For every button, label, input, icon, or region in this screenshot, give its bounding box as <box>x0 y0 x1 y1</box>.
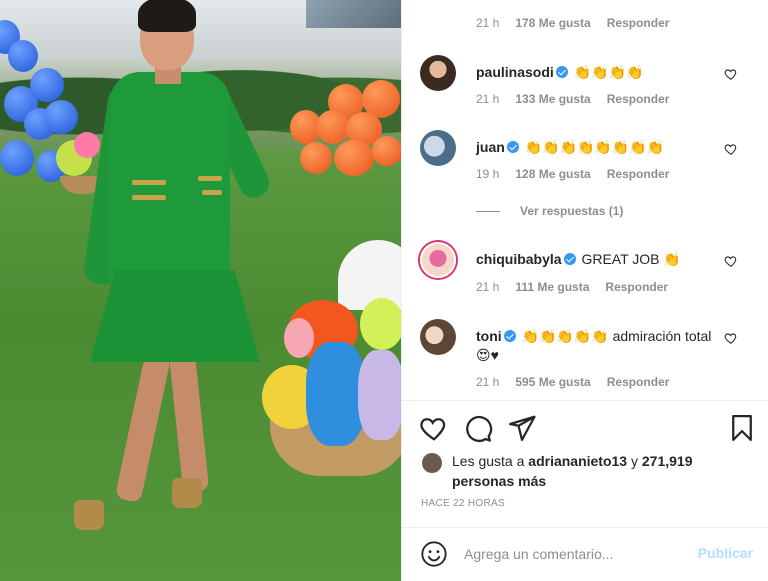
verified-badge-icon <box>506 141 519 153</box>
comment-input[interactable] <box>464 542 684 566</box>
likes-summary: Les gusta a adriananieto13 y 271,919 per… <box>422 451 742 491</box>
comment-time: 21 h <box>476 280 500 294</box>
post-timestamp[interactable]: HACE 22 HORAS <box>421 498 505 509</box>
comment-likes[interactable]: 133 Me gusta <box>515 92 590 106</box>
like-comment-heart-icon[interactable] <box>724 142 738 156</box>
belt-detail <box>198 176 222 181</box>
reply-button[interactable]: Responder <box>607 92 670 106</box>
comment-username[interactable]: toni <box>476 328 502 344</box>
share-send-icon[interactable] <box>507 413 537 443</box>
like-comment-heart-icon[interactable] <box>724 254 738 268</box>
comment-time: 21 h <box>476 92 500 106</box>
comment-likes[interactable]: 595 Me gusta <box>515 375 590 389</box>
like-comment-heart-icon[interactable] <box>724 67 738 81</box>
like-heart-icon[interactable] <box>419 413 449 443</box>
avatar[interactable] <box>420 55 456 91</box>
blue-balloon <box>0 140 34 176</box>
view-replies-label: Ver respuestas (1) <box>520 204 624 218</box>
liker-avatar[interactable] <box>422 453 442 473</box>
likes-joiner: y <box>631 453 638 469</box>
belt-detail <box>132 195 166 200</box>
heel-shoe <box>74 500 104 530</box>
verified-badge-icon <box>563 253 576 265</box>
comment-text: chiquibabyla GREAT JOB 👏 <box>476 250 716 269</box>
paper-flower <box>306 342 366 446</box>
verified-badge-icon <box>555 66 568 78</box>
comment-likes[interactable]: 178 Me gusta <box>515 16 590 30</box>
comment-text: toni 👏👏👏👏👏 admiración total 😍♥ <box>476 327 726 365</box>
comment-time: 19 h <box>476 167 500 181</box>
leg <box>168 351 210 493</box>
belt-detail <box>202 190 222 195</box>
belt-detail <box>132 180 166 185</box>
comment-text: juan 👏👏👏👏👏👏👏👏 <box>476 138 736 157</box>
reply-button[interactable]: Responder <box>605 280 668 294</box>
avatar[interactable] <box>420 319 456 355</box>
comment-meta: 21 h 178 Me gusta Responder <box>476 16 669 30</box>
leg <box>114 350 172 504</box>
replies-divider <box>476 210 500 212</box>
comment-meta: 21 h 595 Me gusta Responder <box>476 375 669 389</box>
reply-button[interactable]: Responder <box>607 375 670 389</box>
comment-list[interactable]: 21 h 178 Me gusta Responder paulinasodi … <box>402 0 768 400</box>
liker-username[interactable]: adriananieto13 <box>528 453 627 469</box>
reply-button[interactable]: Responder <box>607 167 670 181</box>
reply-button[interactable]: Responder <box>607 16 670 30</box>
avatar[interactable] <box>420 242 456 278</box>
verified-badge-icon <box>503 330 516 342</box>
comment-meta: 21 h 133 Me gusta Responder <box>476 92 669 106</box>
comment-username[interactable]: juan <box>476 139 505 155</box>
comment-text: paulinasodi 👏👏👏👏 <box>476 63 716 82</box>
orange-balloon <box>372 136 401 166</box>
avatar[interactable] <box>420 130 456 166</box>
comment-time: 21 h <box>476 375 500 389</box>
add-comment-bar: Publicar <box>402 527 768 581</box>
heel-shoe <box>172 478 202 508</box>
comment-username[interactable]: chiquibabyla <box>476 251 562 267</box>
likes-prefix: Les gusta a <box>452 453 525 469</box>
comment-username[interactable]: paulinasodi <box>476 64 554 80</box>
view-replies-button[interactable]: Ver respuestas (1) <box>476 204 623 218</box>
comment-body: 👏👏👏👏👏👏👏👏 <box>524 139 665 155</box>
comment-bubble-icon[interactable] <box>463 413 493 443</box>
hair <box>138 0 196 32</box>
comment-time: 21 h <box>476 16 500 30</box>
paper-flower <box>358 350 401 440</box>
like-comment-heart-icon[interactable] <box>724 331 738 345</box>
woman-figure <box>60 0 290 540</box>
orange-balloon <box>334 140 374 176</box>
comment-meta: 21 h 111 Me gusta Responder <box>476 280 668 294</box>
blue-balloon <box>8 40 38 72</box>
dress-skirt <box>90 270 260 362</box>
comment-likes[interactable]: 111 Me gusta <box>515 280 589 294</box>
comment-body: GREAT JOB 👏 <box>581 251 681 267</box>
comment-body: 👏👏👏👏 <box>573 64 644 80</box>
publish-button[interactable]: Publicar <box>698 545 753 561</box>
bookmark-icon[interactable] <box>727 413 757 443</box>
post-side-panel: 21 h 178 Me gusta Responder paulinasodi … <box>401 0 768 581</box>
comment-likes[interactable]: 128 Me gusta <box>515 167 590 181</box>
post-actions: Les gusta a adriananieto13 y 271,919 per… <box>402 400 768 528</box>
post-photo[interactable] <box>0 0 401 581</box>
orange-balloon <box>300 142 332 174</box>
photo-building-roof <box>306 0 401 28</box>
orange-balloon <box>316 110 350 144</box>
paper-flower <box>360 298 401 350</box>
emoji-icon[interactable] <box>420 540 448 568</box>
comment-meta: 19 h 128 Me gusta Responder <box>476 167 669 181</box>
